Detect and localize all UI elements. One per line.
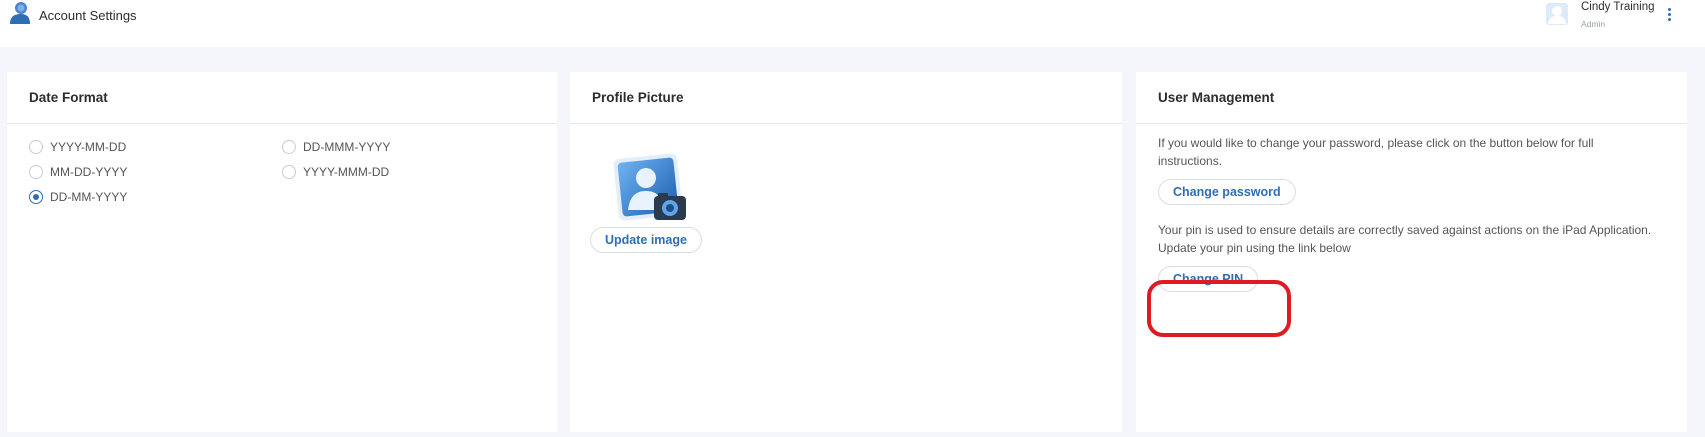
avatar[interactable] bbox=[1544, 0, 1572, 28]
radio-dd-mmm-yyyy[interactable]: DD-MMM-YYYY bbox=[282, 140, 390, 154]
radio-circle-icon[interactable] bbox=[282, 165, 296, 179]
top-bar: Account Settings Cindy Training Admin bbox=[0, 0, 1705, 47]
user-role: Admin bbox=[1581, 19, 1606, 29]
panel-header: Date Format bbox=[7, 72, 557, 124]
radio-circle-icon[interactable] bbox=[282, 140, 296, 154]
radio-circle-icon[interactable] bbox=[29, 140, 43, 154]
pin-instructions: Your pin is used to ensure details are c… bbox=[1158, 223, 1652, 255]
account-user-icon bbox=[10, 2, 30, 24]
user-name: Cindy Training bbox=[1581, 1, 1655, 13]
radio-label: YYYY-MM-DD bbox=[50, 140, 127, 154]
panel-title: User Management bbox=[1158, 90, 1275, 105]
panel-header: User Management bbox=[1136, 72, 1687, 124]
change-password-button[interactable]: Change password bbox=[1158, 179, 1296, 205]
profile-picture-panel: Profile Picture Update image bbox=[570, 72, 1122, 432]
more-options-icon[interactable] bbox=[1664, 8, 1674, 24]
radio-dd-mm-yyyy[interactable]: DD-MM-YYYY bbox=[29, 190, 127, 204]
radio-yyyy-mmm-dd[interactable]: YYYY-MMM-DD bbox=[282, 165, 389, 179]
panel-title: Profile Picture bbox=[592, 90, 684, 105]
radio-label: YYYY-MMM-DD bbox=[303, 165, 390, 179]
radio-mm-dd-yyyy[interactable]: MM-DD-YYYY bbox=[29, 165, 127, 179]
button-label: Update image bbox=[605, 233, 687, 247]
user-management-panel: User Management If you would like to cha… bbox=[1136, 72, 1687, 432]
radio-label: DD-MM-YYYY bbox=[50, 190, 128, 204]
panel-header: Profile Picture bbox=[570, 72, 1122, 124]
highlight-annotation bbox=[1147, 280, 1291, 337]
password-instructions: If you would like to change your passwor… bbox=[1158, 136, 1594, 168]
radio-circle-icon[interactable] bbox=[29, 165, 43, 179]
update-image-button[interactable]: Update image bbox=[590, 227, 702, 253]
date-format-panel: Date Format YYYY-MM-DD MM-DD-YYYY DD-MM-… bbox=[7, 72, 557, 432]
panel-title: Date Format bbox=[29, 90, 108, 105]
radio-yyyy-mm-dd[interactable]: YYYY-MM-DD bbox=[29, 140, 126, 154]
page-title: Account Settings bbox=[39, 8, 137, 23]
button-label: Change password bbox=[1173, 185, 1281, 199]
radio-selected-icon[interactable] bbox=[29, 190, 43, 204]
profile-camera-icon bbox=[613, 153, 686, 221]
radio-label: MM-DD-YYYY bbox=[50, 165, 128, 179]
radio-label: DD-MMM-YYYY bbox=[303, 140, 391, 154]
